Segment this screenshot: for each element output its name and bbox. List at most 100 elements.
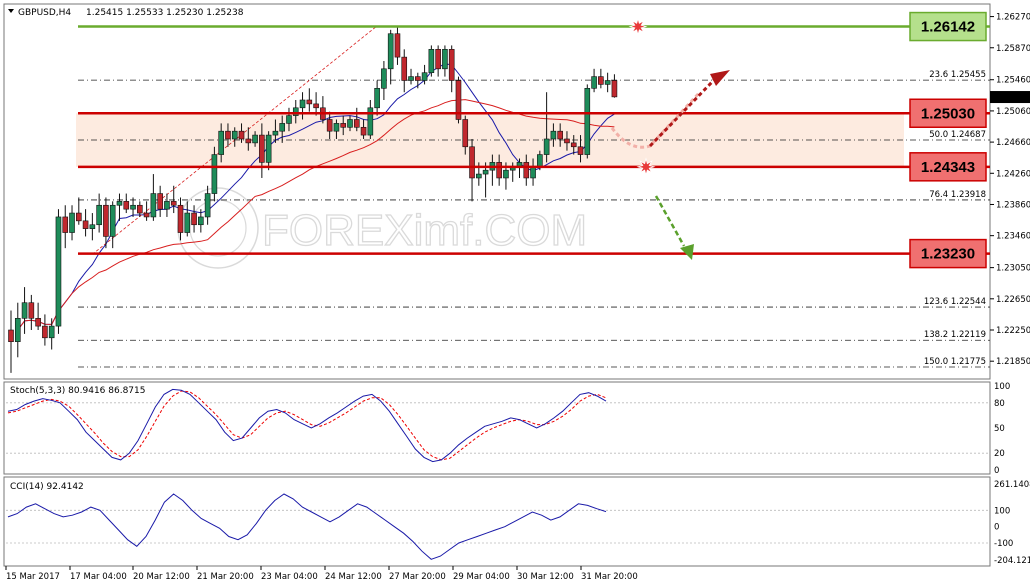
candle-body xyxy=(130,204,136,210)
stoch-tick-3: 20 xyxy=(994,449,1005,459)
time-tick-label-0: 15 Mar 2017 xyxy=(6,572,60,582)
candle-body xyxy=(109,204,116,237)
candle-body xyxy=(198,216,204,226)
stoch-tick-1: 80 xyxy=(994,399,1005,409)
time-tick-label-2: 20 Mar 12:00 xyxy=(133,572,190,582)
symbol-label: GBPUSD,H4 xyxy=(18,8,71,18)
candle-body xyxy=(35,318,41,327)
current-price-label: 1.25238 xyxy=(994,93,1029,103)
candle-7 xyxy=(55,209,62,334)
candle-body xyxy=(326,119,333,132)
candle-body xyxy=(170,201,177,206)
zone-top-label: 1.25030 xyxy=(921,105,975,122)
candle-body xyxy=(476,173,482,179)
candle-body xyxy=(225,130,231,140)
price-tick-label-3: 1.25060 xyxy=(996,107,1030,117)
fib-label-4: 138.2 1.22119 xyxy=(924,330,986,340)
candle-body xyxy=(116,201,123,206)
candle-body xyxy=(265,134,272,163)
time-tick-label-1: 17 Mar 04:00 xyxy=(70,572,127,582)
candle-body xyxy=(387,33,394,70)
time-tick-label-7: 29 Mar 04:00 xyxy=(453,572,510,582)
star-marker-zone xyxy=(636,157,656,177)
stoch-tick-0: 100 xyxy=(994,382,1010,392)
candle-body xyxy=(69,212,75,233)
zone-bottom-label: 1.24343 xyxy=(921,159,975,176)
price-pane xyxy=(3,3,991,380)
candle-body xyxy=(286,115,292,124)
candle-body xyxy=(591,76,597,89)
candle-body xyxy=(428,49,435,74)
candle-30 xyxy=(211,146,218,202)
candle-body xyxy=(21,302,28,319)
candle-body xyxy=(123,201,130,210)
candle-body xyxy=(96,204,102,226)
candle-body xyxy=(543,138,550,155)
chart-window: FOREXimf.COM 23.6 1.25455 50.0 1.24687 76.… xyxy=(0,0,1030,583)
cci-tick-0: 261.1408 xyxy=(994,480,1030,490)
candle-body xyxy=(184,212,191,233)
price-tick-label-0: 1.26270 xyxy=(996,13,1030,23)
candle-body xyxy=(550,130,557,140)
cci-label: CCI(14) 92.4142 xyxy=(10,482,84,492)
cci-tick-4: -204.121 xyxy=(994,556,1030,566)
time-tick-label-5: 24 Mar 12:00 xyxy=(325,572,382,582)
price-tick-label-8: 1.23050 xyxy=(996,264,1030,274)
candle-body xyxy=(164,201,170,210)
candle-body xyxy=(469,146,475,179)
price-tick-label-4: 1.24660 xyxy=(996,138,1030,148)
time-axis: 15 Mar 2017 17 Mar 04:00 20 Mar 12:00 21 Ma… xyxy=(5,566,638,582)
candle-body xyxy=(374,88,380,109)
candle-body xyxy=(48,325,55,339)
candle-body xyxy=(564,138,570,144)
candle-body xyxy=(252,134,258,144)
candle-body xyxy=(14,318,21,342)
candle-body xyxy=(177,204,184,233)
candle-body xyxy=(279,123,286,132)
fib-label-3: 123.6 1.22544 xyxy=(924,297,986,307)
candle-body xyxy=(523,162,530,179)
candle-62 xyxy=(428,45,435,77)
candle-body xyxy=(462,119,469,148)
candle-body xyxy=(353,119,360,128)
stoch-tick-4: 0 xyxy=(994,466,999,476)
candle-body xyxy=(143,212,150,218)
candle-body xyxy=(394,33,401,58)
svg-text:FOREXimf.COM: FOREXimf.COM xyxy=(262,206,587,255)
candle-body xyxy=(8,329,14,342)
candle-body xyxy=(82,220,89,229)
candle-body xyxy=(421,72,428,81)
candle-body xyxy=(570,142,577,148)
candle-body xyxy=(137,204,143,214)
price-axis: 1.26270 1.25870 1.25460 1.25060 1.24660 1.242… xyxy=(990,13,1030,367)
candle-body xyxy=(482,169,489,175)
chart-canvas[interactable]: FOREXimf.COM 23.6 1.25455 50.0 1.24687 76.… xyxy=(0,0,1030,583)
stoch-label: Stoch(5,3,3) 80.9416 86.8715 xyxy=(10,386,145,396)
candle-body xyxy=(577,146,584,155)
candle-body xyxy=(42,325,48,339)
price-tick-label-10: 1.22250 xyxy=(996,326,1030,336)
candle-body xyxy=(333,123,340,132)
time-tick-label-3: 21 Mar 20:00 xyxy=(197,572,254,582)
fib-label-0: 23.6 1.25455 xyxy=(929,70,986,80)
candle-body xyxy=(401,56,408,81)
candle-body xyxy=(503,169,509,179)
price-tick-label-2: 1.25460 xyxy=(996,76,1030,86)
fib-label-1: 50.0 1.24687 xyxy=(929,130,986,140)
candle-body xyxy=(340,123,347,128)
candle-body xyxy=(204,193,211,218)
cci-tick-3: -100 xyxy=(994,539,1013,549)
cci-tick-2: 0 xyxy=(994,523,999,533)
price-tick-label-6: 1.23860 xyxy=(996,200,1030,210)
candle-66 xyxy=(455,76,462,124)
time-tick-label-8: 30 Mar 12:00 xyxy=(517,572,574,582)
candle-body xyxy=(537,154,543,167)
candle-body xyxy=(150,193,157,218)
price-tick-label-1: 1.25870 xyxy=(996,44,1030,54)
fib-label-5: 150.0 1.21775 xyxy=(924,357,986,367)
candle-body xyxy=(557,130,563,140)
cci-tick-1: 100 xyxy=(994,506,1010,516)
support-low-label: 1.23230 xyxy=(921,246,975,263)
candle-body xyxy=(414,76,421,81)
candle-body xyxy=(76,212,82,222)
